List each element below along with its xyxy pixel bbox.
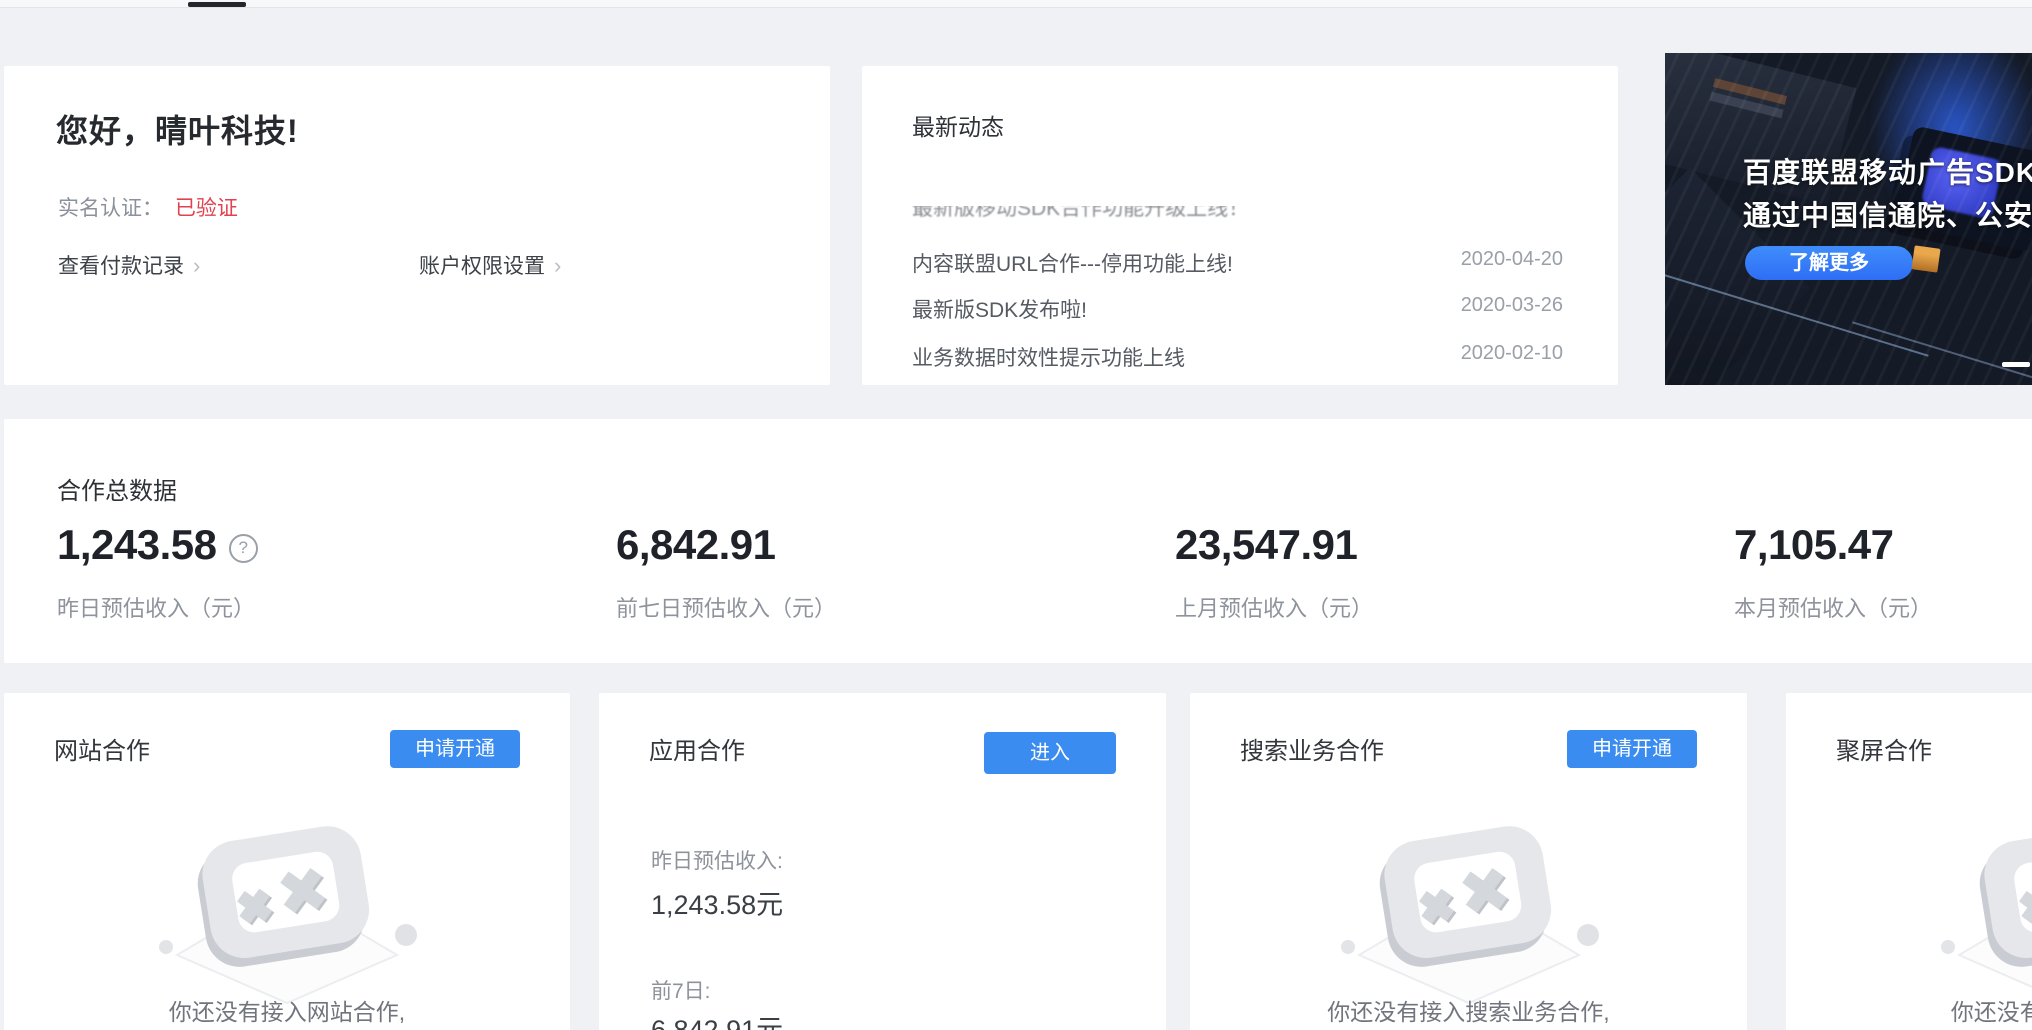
- chevron-right-icon: ›: [193, 253, 200, 278]
- juping-coop-card: 聚屏合作 你还没有接入聚屏合作,: [1786, 693, 2032, 1030]
- banner-headline-line1: 百度联盟移动广告SDK: [1743, 151, 2032, 191]
- stat-label: 上月预估收入（元）: [1175, 591, 1373, 623]
- active-tab-indicator: [188, 2, 246, 7]
- total-data-card: 合作总数据 1,243.58? 昨日预估收入（元） 6,842.91 前七日预估…: [4, 419, 2032, 663]
- news-list: 最新版移动SDK合作功能升级上线！ 内容联盟URL合作---停用功能上线! 20…: [912, 206, 1563, 371]
- coop-card-title: 聚屏合作: [1836, 731, 1932, 766]
- account-permission-link[interactable]: 账户权限设置›: [419, 250, 561, 280]
- news-item-text: 内容联盟URL合作---停用功能上线!: [912, 248, 1233, 278]
- coop-card-title: 应用合作: [649, 731, 745, 766]
- stat-label: 前七日预估收入（元）: [616, 591, 836, 623]
- app-coop-card: 应用合作 进入 昨日预估收入: 1,243.58元 前7日: 6,842.91元: [599, 693, 1166, 1030]
- stat-value: 6,842.91: [616, 521, 776, 569]
- empty-state-text: 你还没有接入网站合作,: [4, 993, 570, 1027]
- app-stat-label: 昨日预估收入:: [651, 845, 783, 875]
- news-item[interactable]: 内容联盟URL合作---停用功能上线! 2020-04-20: [912, 248, 1563, 274]
- empty-state-text: 你还没有接入搜索业务合作,: [1190, 993, 1747, 1027]
- app-stat-value: 6,842.91元: [651, 1008, 783, 1030]
- chevron-right-icon: ›: [554, 253, 561, 278]
- stat-value: 23,547.91: [1175, 521, 1357, 569]
- coop-card-title: 网站合作: [54, 731, 150, 766]
- website-coop-card: 网站合作 申请开通 你还没有接入网站合作,: [4, 693, 570, 1030]
- help-icon[interactable]: ?: [229, 534, 258, 563]
- empty-state-illustration: [152, 805, 422, 1005]
- banner-deco-orange-cube: [1911, 245, 1940, 272]
- banner-headline-line2: 通过中国信通院、公安部: [1743, 194, 2032, 234]
- total-data-title: 合作总数据: [57, 471, 177, 506]
- promo-banner[interactable]: 百度联盟移动广告SDK 通过中国信通院、公安部 了解更多: [1665, 53, 2032, 385]
- news-item[interactable]: 业务数据时效性提示功能上线 2020-02-10: [912, 342, 1563, 368]
- news-item-date: 2020-03-26: [1461, 294, 1563, 317]
- coop-card-title: 搜索业务合作: [1240, 731, 1384, 766]
- empty-state-text: 你还没有接入聚屏合作,: [1786, 993, 2032, 1027]
- verify-label: 实名认证：: [58, 197, 163, 220]
- news-card-title: 最新动态: [912, 108, 1004, 142]
- payment-records-link[interactable]: 查看付款记录›: [58, 250, 200, 280]
- app-stat-label: 前7日:: [651, 975, 711, 1005]
- apply-open-button[interactable]: 申请开通: [1567, 730, 1697, 768]
- enter-button[interactable]: 进入: [984, 732, 1116, 774]
- latest-news-card: 最新动态 最新版移动SDK合作功能升级上线！ 内容联盟URL合作---停用功能上…: [862, 66, 1618, 385]
- stat-value: 7,105.47: [1734, 521, 1894, 569]
- learn-more-button[interactable]: 了解更多: [1745, 246, 1913, 280]
- news-item-date: 2020-04-20: [1461, 248, 1563, 271]
- realname-verification-row: 实名认证： 已验证: [58, 192, 238, 222]
- verify-status-badge: 已验证: [175, 197, 238, 220]
- stat-label: 昨日预估收入（元）: [57, 591, 255, 623]
- news-item-text: 最新版SDK发布啦!: [912, 294, 1087, 324]
- top-bar: [0, 0, 2032, 8]
- carousel-indicator[interactable]: [2002, 362, 2030, 367]
- news-item-text: 业务数据时效性提示功能上线: [912, 342, 1185, 371]
- apply-open-button[interactable]: 申请开通: [390, 730, 520, 768]
- search-coop-card: 搜索业务合作 申请开通 你还没有接入搜索业务合作,: [1190, 693, 1747, 1030]
- news-item[interactable]: 最新版SDK发布啦! 2020-03-26: [912, 294, 1563, 320]
- stat-label: 本月预估收入（元）: [1734, 591, 1932, 623]
- news-item-date: 2020-02-10: [1461, 342, 1563, 365]
- news-item-scrolling-partial[interactable]: 最新版移动SDK合作功能升级上线！: [912, 206, 1563, 222]
- stat-value: 1,243.58?: [57, 521, 258, 569]
- app-stat-value: 1,243.58元: [651, 883, 783, 922]
- empty-state-illustration: [1334, 805, 1604, 1005]
- greeting-title: 您好，晴叶科技!: [56, 106, 299, 152]
- greeting-card: 您好，晴叶科技! 实名认证： 已验证 查看付款记录› 账户权限设置›: [4, 66, 830, 385]
- dashboard-page: 您好，晴叶科技! 实名认证： 已验证 查看付款记录› 账户权限设置› 最新动态 …: [0, 0, 2032, 1030]
- empty-state-illustration: [1934, 805, 2032, 1005]
